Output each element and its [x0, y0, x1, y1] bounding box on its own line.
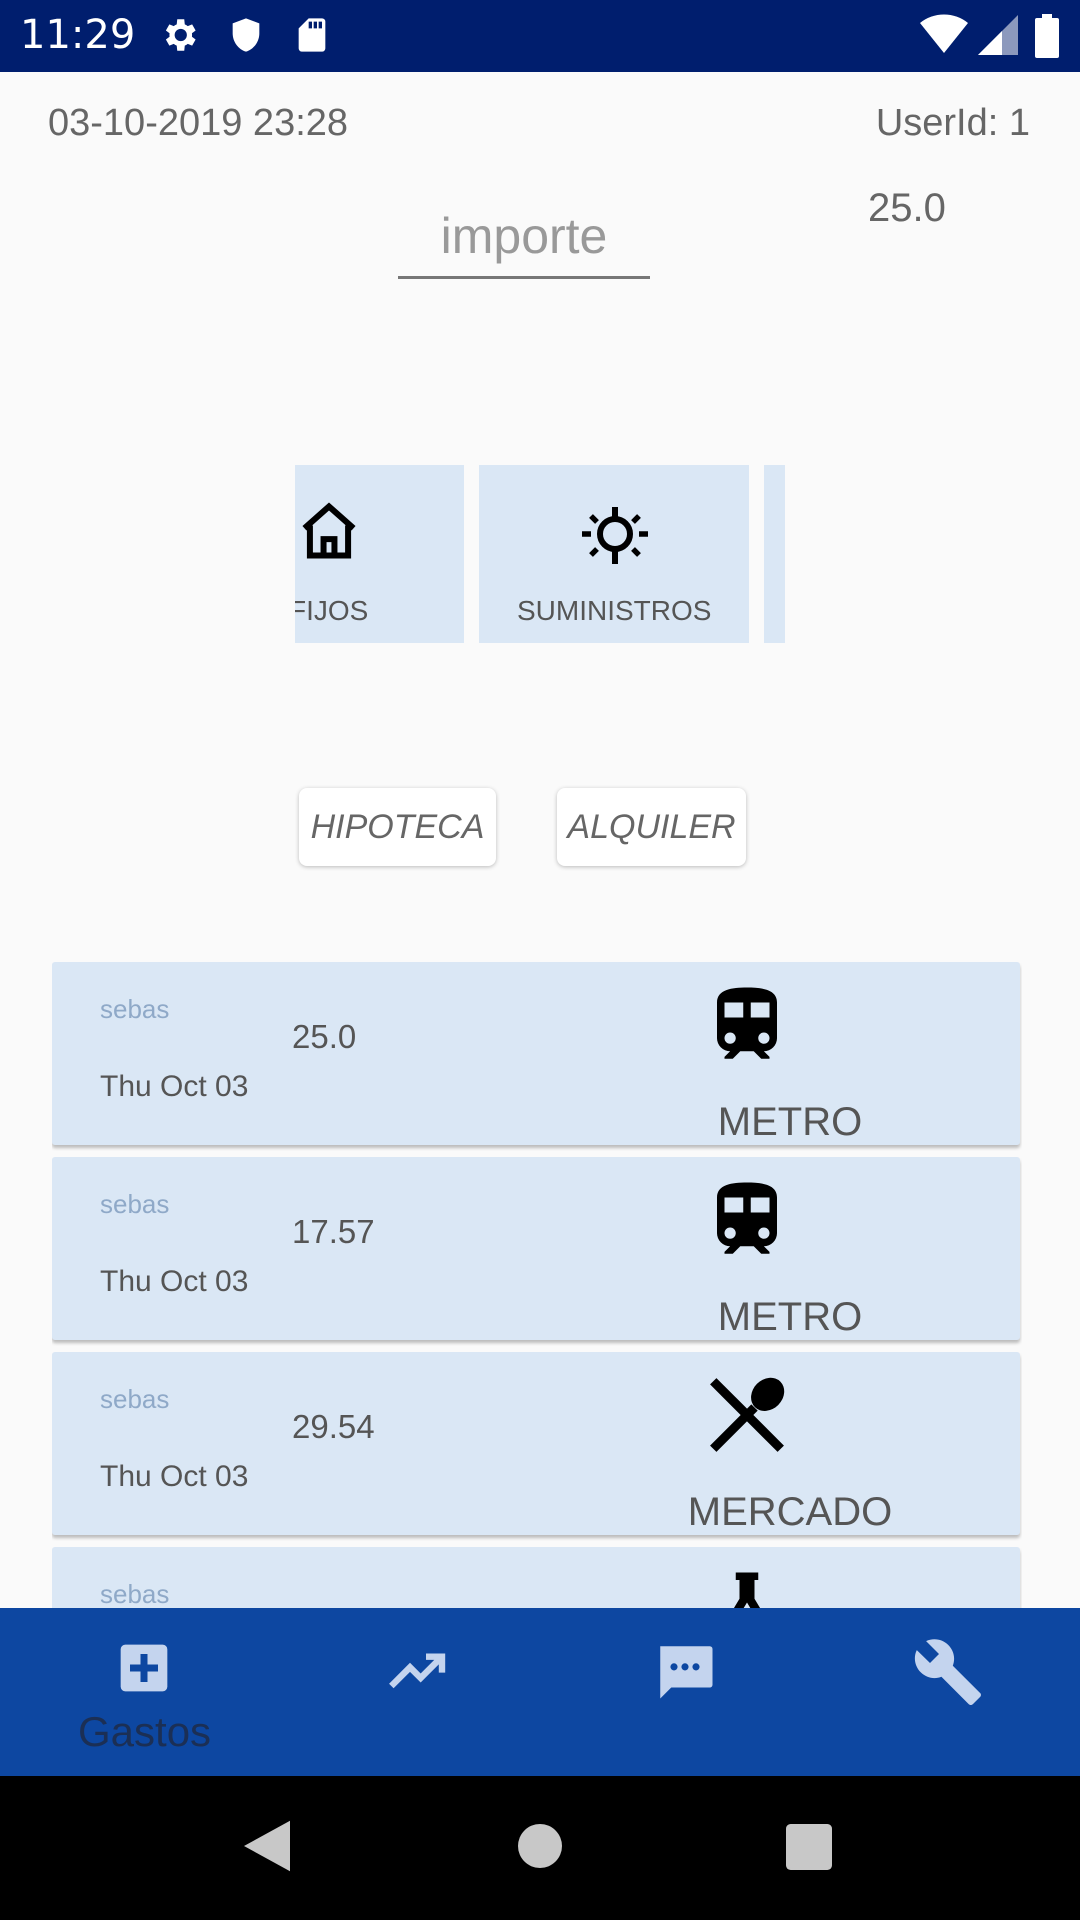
subcategory-alquiler[interactable]: ALQUILER	[557, 788, 746, 866]
expense-date: Thu Oct 03	[100, 1070, 249, 1103]
expense-category: METRO	[717, 1100, 863, 1144]
user-id: UserId: 1	[875, 102, 1030, 144]
list-item[interactable]: sebas Thu Oct 03 29.54 MERCADO	[52, 1352, 1020, 1535]
signal-icon	[978, 15, 1018, 55]
battery-icon	[1035, 14, 1059, 58]
category-fijos[interactable]: FIJOS	[295, 465, 464, 643]
back-icon[interactable]	[244, 1820, 290, 1872]
nav-messages[interactable]	[540, 1608, 810, 1776]
nav-label: Gastos	[78, 1708, 212, 1755]
shield-icon	[232, 18, 260, 52]
add-box-icon	[120, 1644, 168, 1692]
category-carousel[interactable]: FIJOS SUMINISTROS	[295, 465, 785, 643]
list-item[interactable]: sebas	[52, 1547, 1020, 1608]
amount-input[interactable]: importe	[398, 207, 650, 279]
wifi-icon	[920, 14, 968, 54]
trending-up-icon	[389, 1653, 446, 1689]
flask-icon	[733, 1572, 761, 1608]
nav-settings[interactable]	[810, 1608, 1080, 1776]
nav-gastos[interactable]: Gastos	[0, 1608, 270, 1776]
expense-amount: 25.0	[292, 1018, 357, 1055]
expense-date: Thu Oct 03	[100, 1460, 249, 1493]
recents-icon[interactable]	[786, 1824, 832, 1870]
expense-category: MERCADO	[687, 1490, 893, 1534]
expense-user: sebas	[100, 1384, 170, 1414]
list-item[interactable]: sebas Thu Oct 03 17.57 METRO	[52, 1157, 1020, 1340]
sd-card-icon	[298, 18, 326, 52]
category-label: FIJOS	[295, 595, 369, 626]
nav-statistics[interactable]	[270, 1608, 540, 1776]
category-suministros[interactable]: SUMINISTROS	[479, 465, 749, 643]
wrench-icon	[914, 1639, 981, 1705]
system-navigation-bar	[0, 1776, 1080, 1920]
status-time: 11:29	[20, 12, 136, 58]
total-amount: 25.0	[868, 186, 946, 230]
expense-category: METRO	[717, 1295, 863, 1339]
list-item[interactable]: sebas Thu Oct 03 25.0 METRO	[52, 962, 1020, 1145]
house-icon	[302, 502, 356, 559]
expense-date: Thu Oct 03	[100, 1265, 249, 1298]
expense-user: sebas	[100, 1579, 170, 1608]
home-icon[interactable]	[518, 1824, 562, 1868]
status-bar: 11:29	[0, 0, 1080, 72]
lightbulb-icon	[582, 507, 648, 564]
expense-user: sebas	[100, 994, 170, 1024]
train-icon	[717, 1182, 777, 1254]
expense-user: sebas	[100, 1189, 170, 1219]
gear-icon	[165, 19, 196, 51]
subcategory-hipoteca[interactable]: HIPOTECA	[299, 788, 496, 866]
utensils-icon	[710, 1377, 785, 1452]
message-icon	[660, 1646, 713, 1699]
train-icon	[717, 987, 777, 1059]
category-next-partial[interactable]	[764, 465, 785, 643]
bottom-navigation: Gastos	[0, 1608, 1080, 1776]
category-label: SUMINISTROS	[517, 595, 712, 626]
expense-list[interactable]: sebas Thu Oct 03 25.0 METRO sebas Thu Oc…	[52, 962, 1022, 1608]
expense-amount: 29.54	[292, 1408, 375, 1445]
current-datetime: 03-10-2019 23:28	[48, 102, 349, 144]
expense-amount: 17.57	[292, 1213, 375, 1250]
